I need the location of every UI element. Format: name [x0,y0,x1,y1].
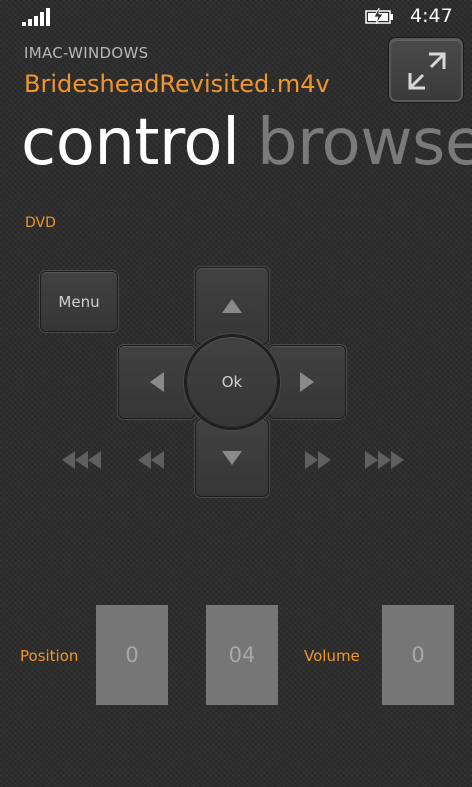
battery-charging-icon [364,6,396,25]
arrow-left-icon [150,372,164,392]
expand-icon [408,52,446,90]
up-button[interactable] [195,267,269,345]
rewind-icon[interactable] [137,450,167,470]
left-button[interactable] [118,345,196,419]
fast-forward-icon[interactable] [302,450,332,470]
position-seconds-field[interactable]: 04 [206,605,278,705]
position-minutes-field[interactable]: 0 [96,605,168,705]
skip-forward-icon[interactable] [363,450,405,470]
arrow-down-icon [222,451,242,465]
fullscreen-button[interactable] [389,38,463,102]
device-name: IMAC-WINDOWS [24,44,149,62]
skip-back-icon[interactable] [61,450,103,470]
status-time: 4:47 [410,5,453,27]
arrow-up-icon [222,299,242,313]
now-playing-file-name: BridesheadRevisited.m4v [24,70,330,98]
signal-strength-icon [22,8,54,26]
tab-control[interactable]: control [21,106,240,180]
volume-field[interactable]: 0 [382,605,454,705]
down-button[interactable] [195,419,269,497]
right-button[interactable] [268,345,346,419]
volume-label: Volume [304,647,360,665]
position-label: Position [20,647,79,665]
arrow-right-icon [300,372,314,392]
status-bar: 4:47 [0,0,472,34]
tab-browse[interactable]: browse [257,106,472,180]
menu-button[interactable]: Menu [40,271,118,332]
section-label: DVD [25,215,56,231]
ok-button[interactable]: Ok [186,336,278,428]
